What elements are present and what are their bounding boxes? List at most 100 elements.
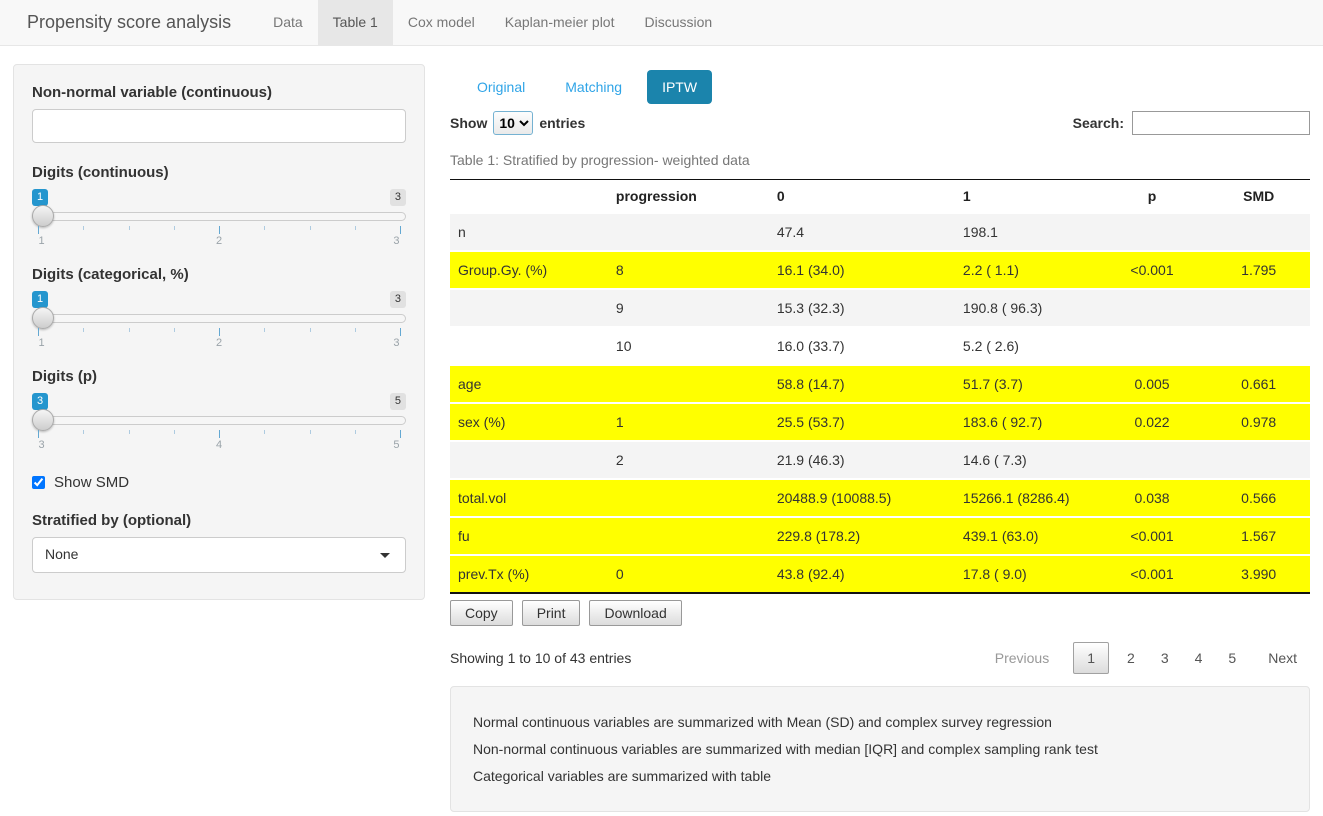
tab-matching[interactable]: Matching: [550, 70, 637, 104]
cell-p: [1097, 289, 1208, 327]
slider-tick-label: 1: [39, 235, 45, 247]
search-label: Search:: [1073, 115, 1124, 131]
search-input[interactable]: [1132, 111, 1310, 135]
cell-group0: 21.9 (46.3): [769, 441, 955, 479]
navbar: Propensity score analysis Data Table 1 C…: [0, 0, 1323, 46]
download-button[interactable]: Download: [589, 600, 681, 626]
slider-grid: 1 2 3: [38, 226, 400, 246]
slider-handle[interactable]: [32, 205, 54, 227]
previous-page-button[interactable]: Previous: [982, 643, 1062, 673]
slider-digits-continuous: Digits (continuous) 1 3 1 2 3: [32, 164, 406, 245]
tab-cox-model[interactable]: Cox model: [393, 0, 490, 45]
slider-track[interactable]: [32, 212, 406, 221]
pagination: Previous 1 2 3 4 5 Next: [982, 642, 1310, 674]
cell-smd: 0.566: [1207, 479, 1310, 517]
table-row[interactable]: age 58.8 (14.7) 51.7 (3.7) 0.005 0.661: [450, 365, 1310, 403]
next-page-button[interactable]: Next: [1255, 643, 1310, 673]
entries-info: Showing 1 to 10 of 43 entries: [450, 650, 631, 666]
cell-level: [608, 213, 769, 251]
navbar-tabs: Data Table 1 Cox model Kaplan-meier plot…: [258, 0, 727, 45]
cell-group0: 16.1 (34.0): [769, 251, 955, 289]
slider-handle[interactable]: [32, 409, 54, 431]
copy-button[interactable]: Copy: [450, 600, 513, 626]
cell-group1: 15266.1 (8286.4): [955, 479, 1097, 517]
slider-track[interactable]: [32, 314, 406, 323]
cell-level: 2: [608, 441, 769, 479]
tab-iptw[interactable]: IPTW: [647, 70, 712, 104]
table-row[interactable]: n 47.4 198.1: [450, 213, 1310, 251]
tab-kaplan-meier[interactable]: Kaplan-meier plot: [490, 0, 630, 45]
cell-smd: 3.990: [1207, 555, 1310, 593]
slider-max-badge: 3: [390, 189, 406, 206]
main-content: Original Matching IPTW Show 10 entries S…: [450, 64, 1310, 812]
cell-variable: sex (%): [450, 403, 608, 441]
table-row[interactable]: prev.Tx (%) 0 43.8 (92.4) 17.8 ( 9.0) <0…: [450, 555, 1310, 593]
nonnormal-variable-input[interactable]: [32, 109, 406, 143]
cell-smd: 1.795: [1207, 251, 1310, 289]
tab-data[interactable]: Data: [258, 0, 318, 45]
entries-length-select[interactable]: 10: [493, 111, 533, 135]
cell-group1: 190.8 ( 96.3): [955, 289, 1097, 327]
col-header-smd: SMD: [1207, 180, 1310, 214]
cell-group0: 58.8 (14.7): [769, 365, 955, 403]
page-button-5[interactable]: 5: [1215, 643, 1249, 673]
cell-group0: 25.5 (53.7): [769, 403, 955, 441]
cell-p: 0.038: [1097, 479, 1208, 517]
col-header-group0: 0: [769, 180, 955, 214]
page-button-4[interactable]: 4: [1182, 643, 1216, 673]
tab-discussion[interactable]: Discussion: [629, 0, 727, 45]
table-row[interactable]: fu 229.8 (178.2) 439.1 (63.0) <0.001 1.5…: [450, 517, 1310, 555]
stratified-by-selected-value: None: [45, 546, 78, 562]
cell-group1: 51.7 (3.7): [955, 365, 1097, 403]
cell-group1: 14.6 ( 7.3): [955, 441, 1097, 479]
table-row[interactable]: sex (%) 1 25.5 (53.7) 183.6 ( 92.7) 0.02…: [450, 403, 1310, 441]
cell-group1: 2.2 ( 1.1): [955, 251, 1097, 289]
slider-label: Digits (categorical, %): [32, 266, 406, 283]
slider-tick-label: 2: [216, 235, 222, 247]
cell-level: 10: [608, 327, 769, 365]
table-caption: Table 1: Stratified by progression- weig…: [450, 152, 1310, 168]
table-header-row: progression 0 1 p SMD: [450, 180, 1310, 214]
slider-track[interactable]: [32, 416, 406, 425]
cell-smd: [1207, 213, 1310, 251]
cell-group0: 16.0 (33.7): [769, 327, 955, 365]
cell-smd: 0.978: [1207, 403, 1310, 441]
sidebar-panel: Non-normal variable (continuous) Digits …: [13, 64, 425, 600]
slider-max-badge: 5: [390, 393, 406, 410]
cell-level: 8: [608, 251, 769, 289]
cell-group0: 229.8 (178.2): [769, 517, 955, 555]
slider-tick-label: 3: [393, 235, 399, 247]
cell-group1: 183.6 ( 92.7): [955, 403, 1097, 441]
cell-variable: Group.Gy. (%): [450, 251, 608, 289]
print-button[interactable]: Print: [522, 600, 581, 626]
slider-value-badge: 3: [32, 393, 48, 410]
cell-group1: 17.8 ( 9.0): [955, 555, 1097, 593]
cell-variable: prev.Tx (%): [450, 555, 608, 593]
cell-variable: [450, 327, 608, 365]
cell-p: 0.005: [1097, 365, 1208, 403]
page-button-3[interactable]: 3: [1148, 643, 1182, 673]
table-row[interactable]: 10 16.0 (33.7) 5.2 ( 2.6): [450, 327, 1310, 365]
cell-variable: n: [450, 213, 608, 251]
tab-original[interactable]: Original: [462, 70, 540, 104]
table-row[interactable]: Group.Gy. (%) 8 16.1 (34.0) 2.2 ( 1.1) <…: [450, 251, 1310, 289]
stratified-by-select[interactable]: None: [32, 537, 406, 573]
cell-smd: 0.661: [1207, 365, 1310, 403]
table-row[interactable]: 9 15.3 (32.3) 190.8 ( 96.3): [450, 289, 1310, 327]
cell-group1: 439.1 (63.0): [955, 517, 1097, 555]
cell-variable: [450, 441, 608, 479]
cell-variable: age: [450, 365, 608, 403]
show-smd-checkbox[interactable]: [32, 476, 45, 489]
slider-handle[interactable]: [32, 307, 54, 329]
tab-table1[interactable]: Table 1: [318, 0, 393, 45]
note-line: Normal continuous variables are summariz…: [473, 714, 1287, 730]
slider-label: Digits (p): [32, 368, 406, 385]
cell-group1: 198.1: [955, 213, 1097, 251]
page-button-1[interactable]: 1: [1073, 642, 1109, 674]
table-row[interactable]: 2 21.9 (46.3) 14.6 ( 7.3): [450, 441, 1310, 479]
table-row[interactable]: total.vol 20488.9 (10088.5) 15266.1 (828…: [450, 479, 1310, 517]
page-button-2[interactable]: 2: [1114, 643, 1148, 673]
note-line: Categorical variables are summarized wit…: [473, 768, 1287, 784]
slider-tick-label: 3: [393, 337, 399, 349]
cell-smd: 1.567: [1207, 517, 1310, 555]
